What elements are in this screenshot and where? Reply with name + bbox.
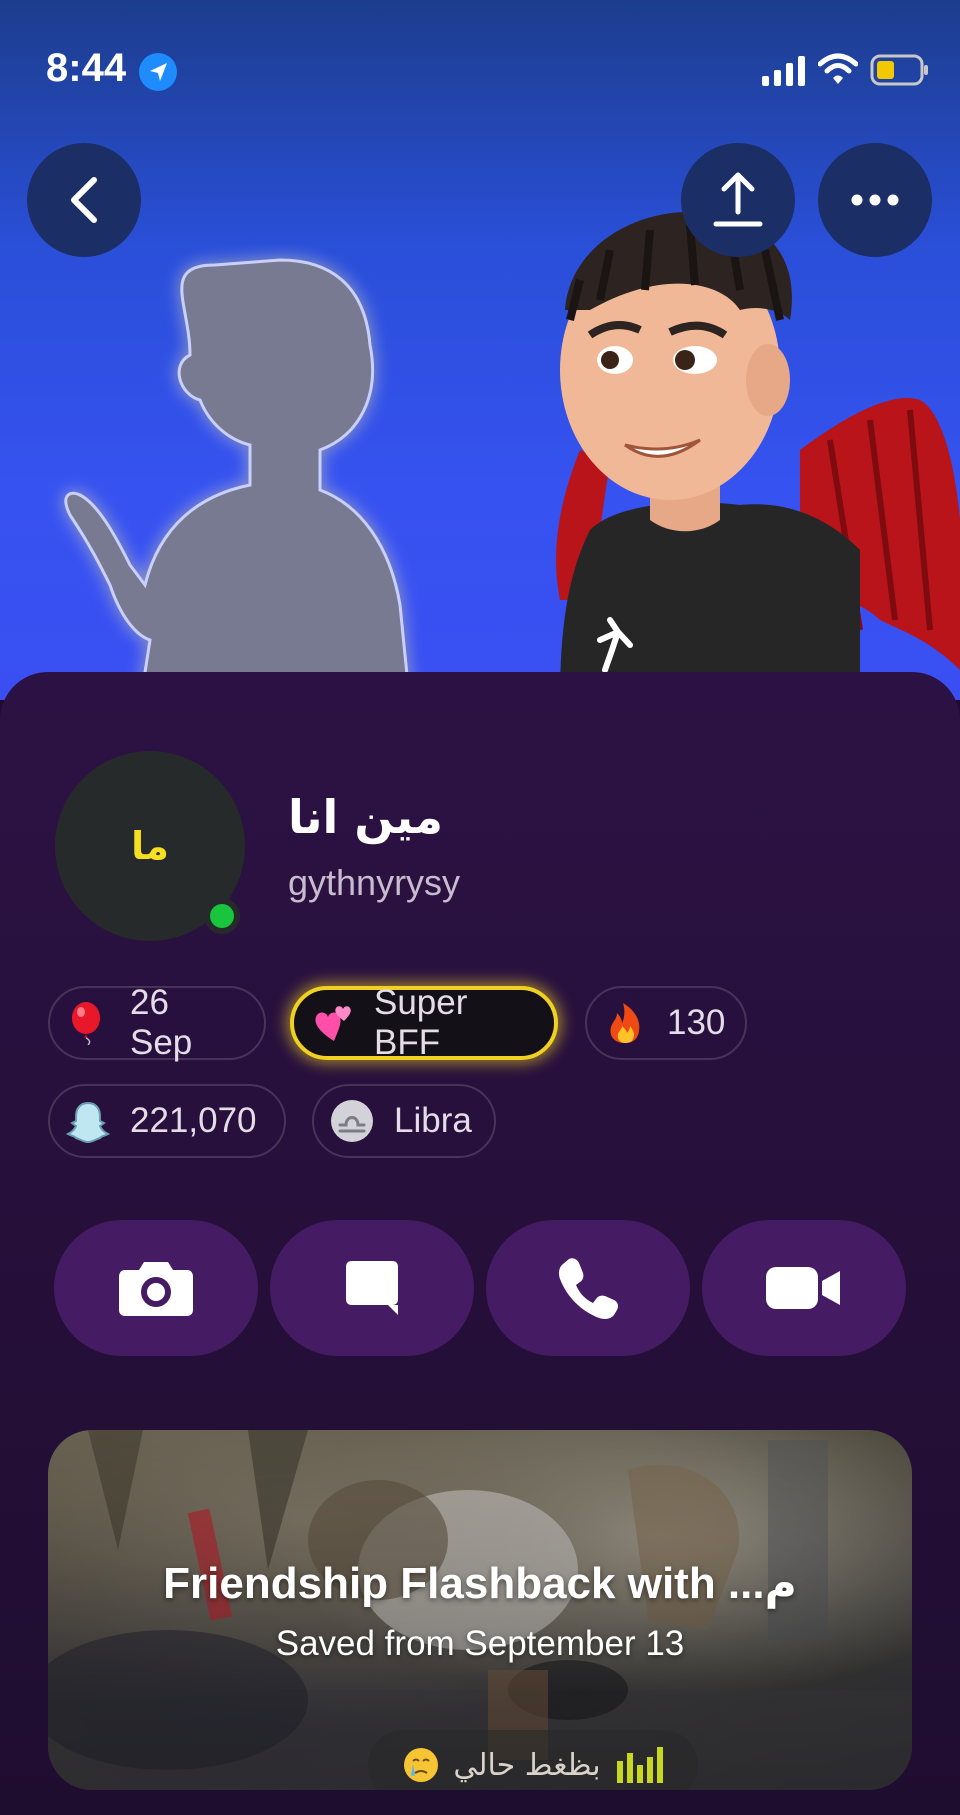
snap-score-chip[interactable]: 221,070 [48,1084,286,1158]
share-upload-icon [713,172,763,227]
snapstreak-count: 130 [667,1003,726,1042]
username: gythnyrysy [288,862,461,903]
status-bar: 8:44 [0,0,960,140]
call-button[interactable] [486,1220,690,1356]
share-button[interactable] [681,143,795,257]
online-status-indicator [204,898,240,934]
zodiac-chip[interactable]: Libra [312,1084,496,1158]
crying-face-icon [404,1748,439,1782]
display-name: مين انا [288,790,443,844]
chevron-left-icon [71,177,97,223]
balloon-icon [72,1002,100,1045]
two-hearts-icon [315,1006,351,1041]
more-options-button[interactable] [818,143,932,257]
audio-bars-icon [616,1747,663,1783]
location-arrow-icon [139,53,177,91]
video-icon [766,1267,840,1309]
back-button[interactable] [27,143,141,257]
chat-icon [346,1261,398,1315]
snap-ghost-icon [66,1101,110,1143]
camera-icon [119,1262,193,1316]
status-time: 8:44 [46,46,127,90]
birthday-label: 26 Sep [130,983,193,1062]
signal-icon [762,56,805,86]
snapstreak-chip[interactable]: 130 [585,986,747,1060]
flashback-subtitle: Saved from September 13 [275,1624,685,1663]
profile-initials: ما [131,824,169,868]
phone-icon [559,1258,618,1319]
super-bff-label: Super BFF [374,983,468,1062]
profile-hero: 8:44 [0,0,960,700]
wifi-icon [818,53,858,84]
placeholder-avatar-silhouette [64,258,412,700]
friendship-flashback-card[interactable]: Friendship Flashback with ...م Saved fro… [48,1430,912,1790]
bitmoji-avatar [556,211,960,700]
camera-button[interactable] [54,1220,258,1356]
caption-text: بظغط حالي [453,1747,601,1783]
more-dots-icon [851,194,899,206]
zodiac-label: Libra [394,1101,472,1140]
super-bff-chip[interactable]: Super BFF [290,983,558,1062]
flashback-title: Friendship Flashback with ...م [163,1559,797,1608]
libra-icon [331,1100,373,1142]
fire-icon [610,1003,640,1043]
chat-button[interactable] [270,1220,474,1356]
video-call-button[interactable] [702,1220,906,1356]
battery-icon [870,54,928,86]
snap-score-value: 221,070 [130,1101,257,1140]
flashback-caption: بظغط حالي [368,1730,698,1790]
birthday-chip[interactable]: 26 Sep [48,983,266,1062]
